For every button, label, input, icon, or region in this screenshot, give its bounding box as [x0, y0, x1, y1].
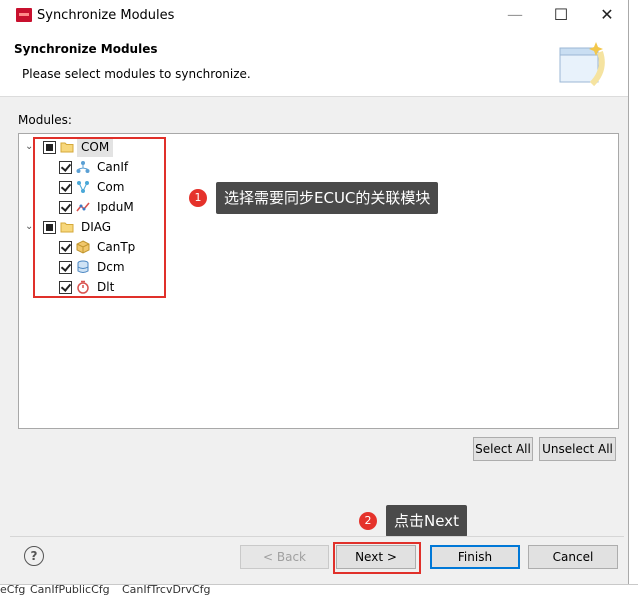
- minimize-button[interactable]: —: [492, 0, 538, 30]
- callout-number-1: 1: [189, 189, 207, 207]
- synchronize-modules-dialog: Synchronize Modules — ☐ ✕ Synchronize Mo…: [0, 0, 629, 584]
- highlight-modules-box: [33, 137, 166, 298]
- cancel-button[interactable]: Cancel: [528, 545, 618, 569]
- select-all-button[interactable]: Select All: [473, 437, 533, 461]
- wizard-header: [0, 30, 628, 97]
- back-button[interactable]: < Back: [240, 545, 329, 569]
- title-bar: Synchronize Modules — ☐ ✕: [0, 0, 628, 30]
- callout-tooltip-1: 选择需要同步ECUC的关联模块: [216, 182, 439, 214]
- wizard-message: Please select modules to synchronize.: [22, 67, 251, 81]
- app-logo-icon: [16, 8, 32, 22]
- maximize-button[interactable]: ☐: [538, 0, 584, 30]
- callout-number-2: 2: [359, 512, 377, 530]
- callout-tooltip-2: 点击Next: [386, 505, 467, 537]
- window-title: Synchronize Modules: [37, 8, 175, 23]
- background-editor-edge: [628, 0, 638, 594]
- close-button[interactable]: ✕: [584, 0, 630, 30]
- modules-label: Modules:: [18, 113, 72, 127]
- help-icon[interactable]: ?: [24, 546, 44, 566]
- finish-button[interactable]: Finish: [430, 545, 520, 569]
- wizard-title: Synchronize Modules: [14, 42, 158, 56]
- highlight-next-box: [333, 542, 421, 574]
- footer-separator: [10, 536, 624, 537]
- wizard-banner-icon: [559, 42, 605, 87]
- background-editor-tabs: eCfg CanIfPublicCfg CanIfTrcvDrvCfg: [0, 584, 638, 595]
- unselect-all-button[interactable]: Unselect All: [539, 437, 616, 461]
